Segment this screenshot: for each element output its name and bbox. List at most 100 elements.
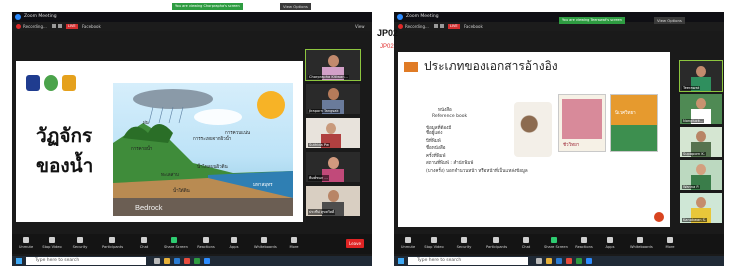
edge-icon[interactable]	[174, 258, 180, 264]
slide-accent-bar	[404, 62, 418, 72]
cloud-icon	[194, 109, 242, 125]
edge-icon[interactable]	[556, 258, 562, 264]
org-logo	[44, 75, 58, 91]
pause-recording-icon[interactable]	[52, 24, 56, 28]
participant-name: Nongluck...	[682, 119, 705, 123]
participant-tile[interactable]: Suthida Pw	[306, 118, 360, 148]
participants-button[interactable]: Participants	[486, 237, 507, 249]
diagram-label: ฝน	[143, 121, 149, 126]
reactions-button[interactable]: Reactions	[196, 237, 216, 249]
more-button[interactable]: More	[660, 237, 680, 249]
participant-tile[interactable]: Wanna P.	[680, 160, 722, 190]
reactions-button[interactable]: Reactions	[574, 237, 594, 249]
unmute-button[interactable]: Unmute	[398, 237, 418, 249]
live-badge[interactable]: LIVE	[448, 24, 460, 29]
smiley-icon	[581, 237, 587, 243]
participants-icon	[493, 237, 499, 243]
windows-start-icon[interactable]	[398, 258, 404, 264]
stop-video-button[interactable]: Stop Video	[42, 237, 62, 249]
bullet-item: (บางครั้ง) บอกจำนวนหน้า หรือหน้าที่เป็นแ…	[426, 168, 528, 174]
participant-tile[interactable]: Jiraporn Tangsak	[306, 84, 360, 114]
video-camera-icon	[49, 237, 55, 243]
facebook-label[interactable]: Facebook	[464, 22, 483, 31]
taskbar-search[interactable]: Type here to search	[408, 257, 528, 265]
slide-title: ประเภทของเอกสารอ้างอิง	[424, 59, 558, 73]
leave-button[interactable]: Leave	[346, 239, 364, 248]
share-screen-button[interactable]: Share Screen	[544, 237, 568, 249]
participants-button[interactable]: Participants	[102, 237, 123, 249]
chat-icon	[523, 237, 529, 243]
excel-icon[interactable]	[194, 258, 200, 264]
stop-video-button[interactable]: Stop Video	[424, 237, 444, 249]
file-explorer-icon[interactable]	[164, 258, 170, 264]
window-title: Zoom Meeting	[24, 14, 57, 19]
chrome-icon[interactable]	[566, 258, 572, 264]
recording-bar: Recording... LIVE Facebook View	[12, 22, 372, 31]
security-button[interactable]: Security	[454, 237, 474, 249]
participant-tile[interactable]: Chorprapha Kitiwan...	[305, 49, 361, 81]
slide-title-line1: วัฏจักร	[36, 125, 93, 147]
zoom-logo-icon	[15, 14, 21, 20]
task-view-icon[interactable]	[154, 258, 160, 264]
file-explorer-icon[interactable]	[546, 258, 552, 264]
diagram-label: น้ำไหลบนผิวดิน	[197, 165, 228, 170]
diagram-label: ทะเลสาบ	[161, 173, 179, 178]
participant-tile[interactable]: ประทีป สุขสวัสดิ์	[306, 186, 360, 216]
overlay-label-small: JP02	[380, 44, 394, 50]
recording-icon	[16, 24, 21, 29]
share-screen-button[interactable]: Share Screen	[164, 237, 188, 249]
zoom-taskbar-icon[interactable]	[586, 258, 592, 264]
whiteboards-button[interactable]: Whiteboards	[630, 237, 653, 249]
apps-button[interactable]: Apps	[600, 237, 620, 249]
view-label[interactable]: View	[355, 22, 365, 31]
security-button[interactable]: Security	[70, 237, 90, 249]
participant-tile[interactable]: พิมพ์ชนก ...	[306, 152, 360, 182]
zoom-window-left: Zoom Meeting Recording... LIVE Facebook …	[12, 3, 372, 266]
stop-recording-icon[interactable]	[58, 24, 62, 28]
apps-icon	[231, 237, 237, 243]
shared-slide: วัฏจักร ของน้ำ ฝน การระเหยจากผิวน้ำ การค…	[16, 61, 303, 222]
sun-icon	[257, 91, 285, 119]
slide-nav-icon[interactable]	[654, 212, 664, 222]
participant-name: พิมพ์ชนก ...	[308, 175, 329, 181]
windows-start-icon[interactable]	[16, 258, 22, 264]
participant-tile[interactable]: Supaporn K.	[680, 127, 722, 157]
screen-share-status: You are viewing Chorprapha's screen	[172, 3, 243, 10]
view-options-button[interactable]: View Options	[654, 17, 685, 24]
smiley-icon	[203, 237, 209, 243]
book-cover: นิเวศวิทยา	[610, 94, 658, 152]
stop-recording-icon[interactable]	[440, 24, 444, 28]
participant-tile[interactable]: Nongluck...	[680, 94, 722, 124]
chrome-icon[interactable]	[184, 258, 190, 264]
book-title: ชีววิทยา	[563, 143, 580, 148]
recording-label: Recording...	[405, 24, 429, 29]
live-badge[interactable]: LIVE	[66, 24, 78, 29]
view-options-button[interactable]: View Options	[280, 3, 311, 10]
taskbar-search[interactable]: Type here to search	[26, 257, 146, 265]
meeting-toolbar: Unmute Stop Video Security Participants …	[394, 234, 724, 254]
more-button[interactable]: More	[284, 237, 304, 249]
whiteboard-icon	[637, 237, 643, 243]
pause-recording-icon[interactable]	[434, 24, 438, 28]
participant-tile[interactable]: Teerawat	[679, 60, 723, 92]
chat-button[interactable]: Chat	[516, 237, 536, 249]
apps-button[interactable]: Apps	[224, 237, 244, 249]
excel-icon[interactable]	[576, 258, 582, 264]
zoom-taskbar-icon[interactable]	[204, 258, 210, 264]
video-camera-icon	[431, 237, 437, 243]
book-title: นิเวศวิทยา	[615, 111, 636, 116]
whiteboards-button[interactable]: Whiteboards	[254, 237, 277, 249]
windows-taskbar: Type here to search	[394, 256, 724, 266]
screen-share-status: You are viewing Teerawat's screen	[559, 17, 625, 24]
shared-slide: ประเภทของเอกสารอ้างอิง หนังสือ Reference…	[398, 52, 670, 227]
recording-icon	[398, 24, 403, 29]
zoom-logo-icon	[397, 14, 403, 20]
participant-tile[interactable]: Kanokwan S.	[680, 193, 722, 223]
facebook-label[interactable]: Facebook	[82, 22, 101, 31]
recording-label: Recording...	[23, 24, 47, 29]
window-titlebar: Zoom Meeting	[12, 12, 372, 22]
chat-button[interactable]: Chat	[134, 237, 154, 249]
participants-icon	[109, 237, 115, 243]
unmute-button[interactable]: Unmute	[16, 237, 36, 249]
task-view-icon[interactable]	[536, 258, 542, 264]
